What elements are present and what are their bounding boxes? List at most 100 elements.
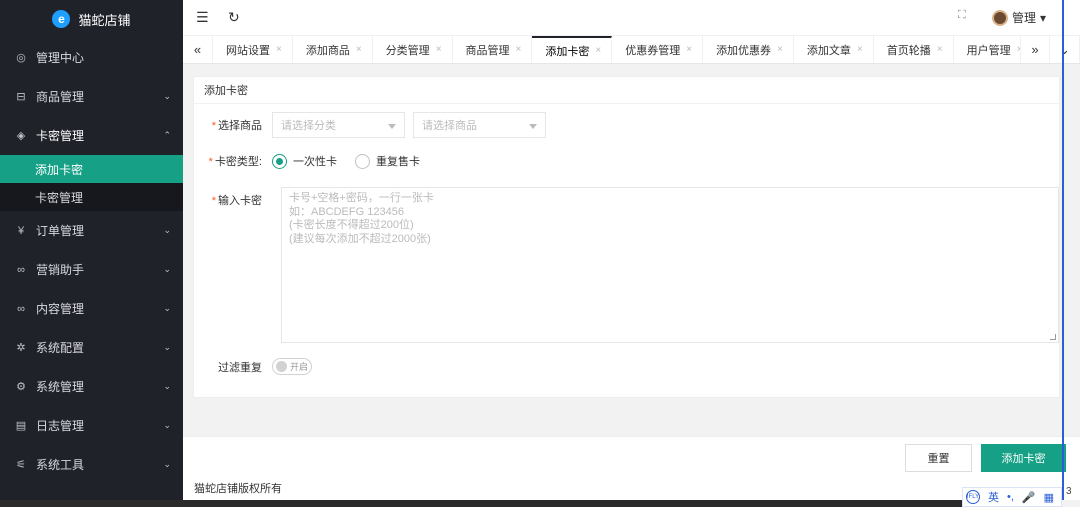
tab-more-icon[interactable]: ⌄ xyxy=(1050,36,1080,63)
copyright-text: 猫蛇店铺版权所有 xyxy=(194,483,282,495)
log-icon: ▤ xyxy=(15,420,27,432)
close-icon[interactable]: × xyxy=(276,44,282,55)
layers-icon: ◈ xyxy=(16,130,26,142)
close-icon[interactable]: × xyxy=(436,44,442,55)
close-icon[interactable]: × xyxy=(595,45,601,56)
resize-grip-icon[interactable] xyxy=(1050,334,1056,340)
caret-down-icon: ▾ xyxy=(1039,10,1046,25)
tab-0[interactable]: 网站设置 × xyxy=(213,36,293,63)
taskbar xyxy=(0,500,962,507)
tab-list: 网站设置 × 添加商品 × 分类管理 × 商品管理 × 添加卡密 × 优惠券管理 × 添加优惠券 × 添加文… xyxy=(213,36,1020,63)
filter-duplicate-switch[interactable]: 开启 xyxy=(272,358,312,375)
add-cardkey-button[interactable]: 添加卡密 xyxy=(981,444,1066,472)
chevron-down-icon: ⌄ xyxy=(163,459,171,469)
chevron-down-icon: ⌄ xyxy=(163,225,171,235)
tab-3[interactable]: 商品管理 × xyxy=(453,36,533,63)
punctuation-icon[interactable]: •, xyxy=(1007,491,1014,503)
chevron-down-icon: ⌄ xyxy=(163,303,171,313)
required-mark: * xyxy=(208,156,213,168)
cardkey-textarea[interactable]: 卡号+空格+密码，一行一张卡 如：ABCDEFG 123456 (卡密长度不得超… xyxy=(281,187,1059,343)
tools-icon: ⚟ xyxy=(16,459,26,471)
sidebar-item-orders[interactable]: ¥ 订单管理 ⌄ xyxy=(0,211,183,250)
sidebar-item-label: 内容管理 xyxy=(36,302,85,316)
sidebar-item-label: 系统工具 xyxy=(36,458,85,472)
gear-icon: ✲ xyxy=(16,342,26,354)
ime-language[interactable]: 英 xyxy=(988,489,999,505)
product-select[interactable]: 请选择商品 xyxy=(413,112,546,138)
filter-label: 过滤重复 xyxy=(218,361,262,374)
category-select[interactable]: 请选择分类 xyxy=(272,112,405,138)
sidebar-item-content[interactable]: ∞ 内容管理 ⌄ xyxy=(0,289,183,328)
refresh-icon[interactable]: ↻ xyxy=(228,9,240,26)
close-icon[interactable]: × xyxy=(857,44,863,55)
tab-1[interactable]: 添加商品 × xyxy=(293,36,373,63)
radio-unchecked-icon xyxy=(355,153,370,169)
tab-5[interactable]: 优惠券管理 × xyxy=(612,36,704,63)
required-mark: * xyxy=(211,120,216,132)
chevron-down-icon: ⌄ xyxy=(163,264,171,274)
gauge-icon: ◎ xyxy=(16,52,26,64)
radio-one-time[interactable]: 一次性卡 xyxy=(272,153,337,169)
placeholder-line: 卡号+空格+密码，一行一张卡 xyxy=(289,192,434,204)
tab-4[interactable]: 添加卡密 × xyxy=(532,36,613,63)
logo-icon: e xyxy=(52,10,71,28)
sidebar-item-logs[interactable]: ▤ 日志管理 ⌄ xyxy=(0,406,183,445)
sidebar-item-label: 系统配置 xyxy=(36,341,85,355)
close-icon[interactable]: × xyxy=(516,44,522,55)
tab-label: 商品管理 xyxy=(465,44,510,57)
sidebar-item-label: 系统管理 xyxy=(36,380,85,394)
tab-label: 用户管理 xyxy=(966,44,1011,57)
avatar xyxy=(991,9,1008,26)
chevron-up-icon: ⌃ xyxy=(163,130,171,140)
tab-8[interactable]: 首页轮播 × xyxy=(874,36,954,63)
sidebar-item-marketing[interactable]: ∞ 营销助手 ⌄ xyxy=(0,250,183,289)
tab-7[interactable]: 添加文章 × xyxy=(794,36,874,63)
tab-label: 网站设置 xyxy=(226,44,270,57)
sidebar-item-cardkeys[interactable]: ◈ 卡密管理 ⌃ xyxy=(0,116,183,155)
fullscreen-icon[interactable]: ⛶ xyxy=(958,9,966,22)
tab-label: 分类管理 xyxy=(385,44,430,57)
filter-row: 过滤重复 开启 xyxy=(194,358,312,375)
tab-label: 添加商品 xyxy=(305,44,350,57)
action-bar: 重置 添加卡密 xyxy=(183,436,1080,476)
sidebar-subitem-cardkey-manage[interactable]: 卡密管理 xyxy=(0,183,183,211)
ifly-icon[interactable]: IFLY xyxy=(966,490,980,504)
close-icon[interactable]: × xyxy=(937,44,943,55)
microphone-icon[interactable]: 🎤 xyxy=(1022,491,1036,504)
reset-button[interactable]: 重置 xyxy=(905,444,972,472)
user-name: 管理 xyxy=(1011,11,1036,25)
close-icon[interactable]: × xyxy=(777,44,783,55)
radio-checked-icon xyxy=(272,153,287,169)
form-card: 添加卡密 * 选择商品 请选择分类 请选择商品 * 卡密类型: 一次性卡 重复售卡 … xyxy=(193,76,1060,398)
sidebar-item-system-manage[interactable]: ⚙ 系统管理 ⌄ xyxy=(0,367,183,406)
tab-2[interactable]: 分类管理 × xyxy=(373,36,453,63)
ime-toolbar[interactable]: IFLY 英 •, 🎤 ▦ xyxy=(962,487,1062,507)
tab-scroll-left-icon[interactable]: « xyxy=(183,36,213,63)
close-icon[interactable]: × xyxy=(686,44,692,55)
menu-toggle-icon[interactable]: ☰ xyxy=(196,9,209,26)
sidebar-item-tools[interactable]: ⚟ 系统工具 ⌄ xyxy=(0,445,183,484)
sidebar-menu: ◎ 管理中心 ⊟ 商品管理 ⌄ ◈ 卡密管理 ⌃ 添加卡密 卡密管理 ¥ 订单管… xyxy=(0,38,183,484)
close-icon[interactable]: × xyxy=(356,44,362,55)
sidebar-item-dashboard[interactable]: ◎ 管理中心 xyxy=(0,38,183,77)
sidebar-item-products[interactable]: ⊟ 商品管理 ⌄ xyxy=(0,77,183,116)
grid-icon[interactable]: ▦ xyxy=(1044,491,1054,504)
sidebar-item-system-config[interactable]: ✲ 系统配置 ⌄ xyxy=(0,328,183,367)
sidebar-subitem-add-cardkey[interactable]: 添加卡密 xyxy=(0,155,183,183)
link-icon: ∞ xyxy=(17,263,25,276)
window-border xyxy=(1062,0,1064,500)
placeholder-line: 如：ABCDEFG 123456 xyxy=(289,205,404,218)
brand-name: 猫蛇店铺 xyxy=(78,12,131,28)
tab-scroll-right-icon[interactable]: » xyxy=(1020,36,1050,63)
user-menu[interactable]: 管理 ▾ xyxy=(991,9,1046,26)
link-icon: ∞ xyxy=(17,302,25,315)
radio-repeat-sale[interactable]: 重复售卡 xyxy=(355,153,420,169)
tab-label: 添加文章 xyxy=(806,44,851,57)
chevron-down-icon: ⌄ xyxy=(163,381,171,391)
chevron-down-icon: ⌄ xyxy=(163,91,171,101)
input-label: * 输入卡密 xyxy=(211,195,262,207)
tab-9[interactable]: 用户管理 × xyxy=(954,36,1020,63)
tab-6[interactable]: 添加优惠券 × xyxy=(703,36,794,63)
cog-icon: ⚙ xyxy=(16,381,26,393)
brand[interactable]: e 猫蛇店铺 xyxy=(0,0,183,38)
